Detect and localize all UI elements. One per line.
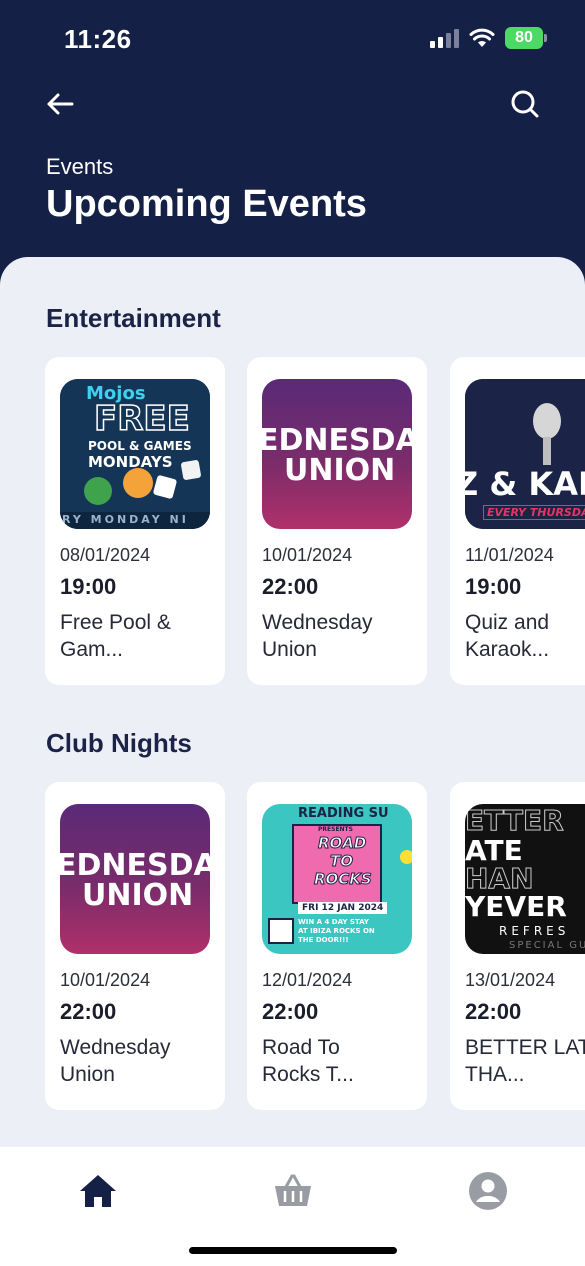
- thumb-line-1: ETTER: [465, 804, 564, 837]
- event-date: 13/01/2024: [465, 970, 556, 990]
- thumb-day: MONDAYS: [88, 453, 173, 471]
- entertainment-carousel[interactable]: Mojos FREE POOL & GAMES MONDAYS RY MONDA…: [45, 357, 585, 685]
- thumb-title-3: ROCKS: [314, 870, 373, 889]
- smiley-icon: [400, 850, 412, 864]
- event-time: 22:00: [262, 574, 319, 599]
- status-time: 11:26: [64, 24, 132, 54]
- event-name: BETTER LAT THA...: [465, 1036, 585, 1086]
- event-thumbnail: EDNESDA UNION: [262, 379, 412, 529]
- event-time: 19:00: [60, 574, 117, 599]
- battery-icon: 80: [505, 27, 547, 49]
- status-icons: 80: [430, 27, 547, 49]
- cellular-signal-icon: [430, 28, 459, 48]
- back-button[interactable]: [42, 86, 78, 122]
- thumb-top: READING SU: [298, 806, 389, 821]
- thumb-line-5: REFRES: [499, 924, 570, 938]
- breadcrumb: Events: [46, 154, 114, 179]
- event-time: 22:00: [465, 999, 522, 1024]
- event-date: 08/01/2024: [60, 545, 151, 565]
- thumb-headline: Z & KAR: [465, 465, 585, 503]
- event-date: 12/01/2024: [262, 970, 353, 990]
- event-name: Wednesday Union: [60, 1036, 171, 1086]
- event-card[interactable]: Z & KAR EVERY THURSDAY 11/01/2024 19:00 …: [450, 357, 585, 685]
- thumb-subline: UNION: [284, 453, 396, 488]
- event-time: 22:00: [262, 999, 319, 1024]
- thumb-line-4: YEVER: [465, 890, 567, 923]
- search-icon: [511, 90, 539, 118]
- thumb-subline: POOL & GAMES: [88, 439, 192, 453]
- home-indicator: [189, 1247, 397, 1254]
- event-thumbnail: Mojos FREE POOL & GAMES MONDAYS RY MONDA…: [60, 379, 210, 529]
- event-name: Wednesday Union: [262, 611, 373, 661]
- event-date: 11/01/2024: [465, 545, 554, 565]
- thumb-date: FRI 12 JAN 2024: [298, 902, 388, 914]
- thumb-subline: UNION: [82, 878, 194, 913]
- event-card[interactable]: EDNESDA UNION 10/01/2024 22:00 Wednesday…: [45, 782, 225, 1110]
- thumb-subline: EVERY THURSDAY: [483, 505, 585, 520]
- events-content: Entertainment Mojos FREE POOL & GAMES MO…: [0, 257, 585, 1147]
- event-card[interactable]: Mojos FREE POOL & GAMES MONDAYS RY MONDA…: [45, 357, 225, 685]
- home-icon: [80, 1175, 116, 1207]
- event-date: 10/01/2024: [262, 545, 353, 565]
- thumb-strip: RY MONDAY NI: [62, 513, 189, 526]
- basket-icon: [275, 1174, 311, 1206]
- event-time: 22:00: [60, 999, 117, 1024]
- event-time: 19:00: [465, 574, 522, 599]
- page-title: Upcoming Events: [46, 183, 367, 225]
- tab-basket[interactable]: [271, 1169, 315, 1213]
- thumb-line-6: SPECIAL GU: [509, 940, 585, 951]
- arrow-left-icon: [47, 93, 74, 115]
- event-card[interactable]: READING SU PRESENTS ROAD TO ROCKS FRI 12…: [247, 782, 427, 1110]
- event-name: Road To Rocks T...: [262, 1036, 354, 1086]
- event-thumbnail: Z & KAR EVERY THURSDAY: [465, 379, 585, 529]
- club-nights-carousel[interactable]: EDNESDA UNION 10/01/2024 22:00 Wednesday…: [45, 782, 585, 1110]
- event-name: Quiz and Karaok...: [465, 611, 550, 661]
- section-title-entertainment: Entertainment: [46, 303, 221, 333]
- thumb-promo: WIN A 4 DAY STAY AT IBIZA ROCKS ON THE D…: [298, 918, 375, 944]
- thumb-title-1: ROAD: [317, 834, 367, 853]
- battery-level: 80: [515, 29, 533, 46]
- search-button[interactable]: [507, 86, 543, 122]
- event-card[interactable]: EDNESDA UNION 10/01/2024 22:00 Wednesday…: [247, 357, 427, 685]
- tab-profile[interactable]: [466, 1169, 510, 1213]
- event-card[interactable]: ETTER ATE HAN YEVER REFRES SPECIAL GU 13…: [450, 782, 585, 1110]
- event-thumbnail: ETTER ATE HAN YEVER REFRES SPECIAL GU: [465, 804, 585, 954]
- app-header: 11:26 80 Events Upcoming Events: [0, 0, 585, 300]
- event-thumbnail: EDNESDA UNION: [60, 804, 210, 954]
- thumb-headline: FREE: [93, 398, 190, 440]
- thumb-title-2: TO: [330, 852, 354, 871]
- tab-home[interactable]: [76, 1169, 120, 1213]
- event-name: Free Pool & Gam...: [60, 611, 171, 661]
- section-title-club-nights: Club Nights: [46, 728, 192, 758]
- event-date: 10/01/2024: [60, 970, 151, 990]
- event-thumbnail: READING SU PRESENTS ROAD TO ROCKS FRI 12…: [262, 804, 412, 954]
- thumb-presents: PRESENTS: [318, 826, 353, 833]
- profile-icon: [469, 1172, 507, 1210]
- wifi-icon: [469, 28, 495, 47]
- qr-code-icon: [268, 918, 294, 944]
